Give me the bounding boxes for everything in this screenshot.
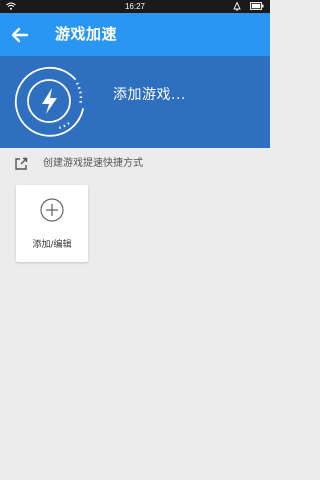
lightning-bolt-icon: [42, 88, 57, 114]
arrow-left-icon: [11, 27, 29, 43]
page-title: 游戏加速: [55, 25, 118, 43]
add-edit-game-button[interactable]: 添加/编辑: [16, 185, 88, 262]
status-bar: 16:27: [0, 0, 270, 13]
create-shortcut-label: 创建游戏提速快捷方式: [43, 158, 143, 169]
battery-icon: [250, 2, 264, 10]
external-link-icon: [14, 156, 28, 170]
app-bar: 游戏加速: [0, 13, 270, 56]
acceleration-panel: 添加游戏...: [0, 56, 270, 148]
back-button[interactable]: [9, 24, 31, 46]
status-time: 16:27: [124, 2, 146, 11]
add-edit-label: 添加/编辑: [32, 240, 72, 250]
bell-icon: [233, 2, 241, 11]
plus-circle-icon: [40, 198, 64, 222]
create-shortcut-row[interactable]: 创建游戏提速快捷方式: [0, 148, 270, 178]
acceleration-status: 添加游戏...: [113, 87, 186, 103]
boost-badge: [11, 61, 89, 139]
